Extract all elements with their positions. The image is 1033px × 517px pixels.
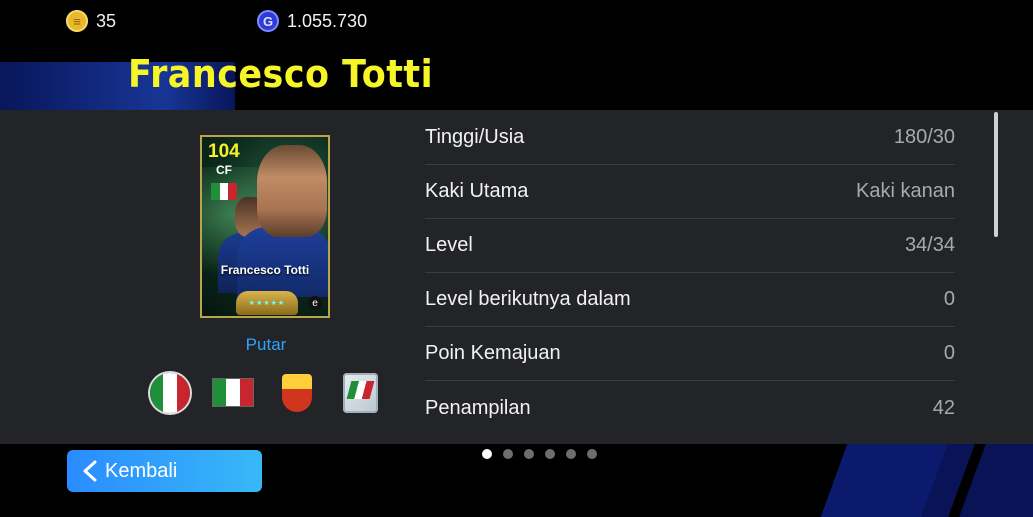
coins-value: 35 [96,10,117,31]
stat-row-progress-points: Poin Kemajuan 0 [425,327,955,381]
stat-label: Level [425,234,473,256]
club-crest-icon [282,374,312,412]
card-position: CF [216,163,232,177]
card-rating: 104 [208,141,240,162]
back-button-label: Kembali [105,459,178,482]
stat-value: Kaki kanan [856,180,955,202]
stat-row-height-age: Tinggi/Usia 180/30 [425,111,955,165]
page-dot[interactable] [587,449,597,459]
page-dot[interactable] [482,449,492,459]
card-flag-icon [211,183,238,200]
stat-row-level: Level 34/34 [425,219,955,273]
stat-value: 180/30 [893,126,955,148]
page-indicator [482,449,597,459]
page-dot[interactable] [524,449,534,459]
page-dot[interactable] [545,449,555,459]
gp-value: 1.055.730 [287,10,368,31]
coin-icon: ≡ [66,10,88,32]
card-skill-badge: ★★★★★ [236,291,298,315]
page-dot[interactable] [566,449,576,459]
stat-row-next-level: Level berikutnya dalam 0 [425,273,955,327]
card-player-body [237,227,328,297]
player-card[interactable]: 104 CF Francesco Totti ★★★★★ e [200,135,330,318]
stat-label: Level berikutnya dalam [425,288,631,310]
stat-value: 0 [943,342,955,364]
stat-row-appearances: Penampilan 42 [425,381,955,435]
stat-label: Poin Kemajuan [425,342,561,364]
card-player-face [257,145,327,237]
footer-decoration-stripe [920,444,1033,517]
chevron-left-icon [83,460,97,482]
coins-display: ≡ 35 [66,10,116,32]
league-logo-icon [343,373,378,413]
gp-icon: G [257,10,279,32]
page-dot[interactable] [503,449,513,459]
stat-value: 42 [932,396,955,419]
nationality-round-flag-icon [150,373,190,413]
player-affiliations [150,372,380,414]
stat-label: Penampilan [425,396,531,419]
stat-value: 0 [943,288,955,310]
stat-label: Tinggi/Usia [425,126,525,148]
stat-row-preferred-foot: Kaki Utama Kaki kanan [425,165,955,219]
card-player-name: Francesco Totti [220,263,310,277]
player-name-title: Francesco Totti [128,52,434,96]
stat-label: Kaki Utama [425,180,529,202]
italy-flag-icon [213,379,253,406]
gp-display: G 1.055.730 [257,10,367,32]
stat-value: 34/34 [904,234,955,256]
top-bar: ≡ 35 G 1.055.730 [0,0,1033,44]
rotate-card-link[interactable]: Putar [200,335,332,355]
back-button[interactable]: Kembali [67,450,262,492]
stats-scrollbar[interactable] [994,112,998,237]
player-stats-list: Tinggi/Usia 180/30 Kaki Utama Kaki kanan… [425,111,955,435]
efootball-logo-icon: e [308,296,322,310]
